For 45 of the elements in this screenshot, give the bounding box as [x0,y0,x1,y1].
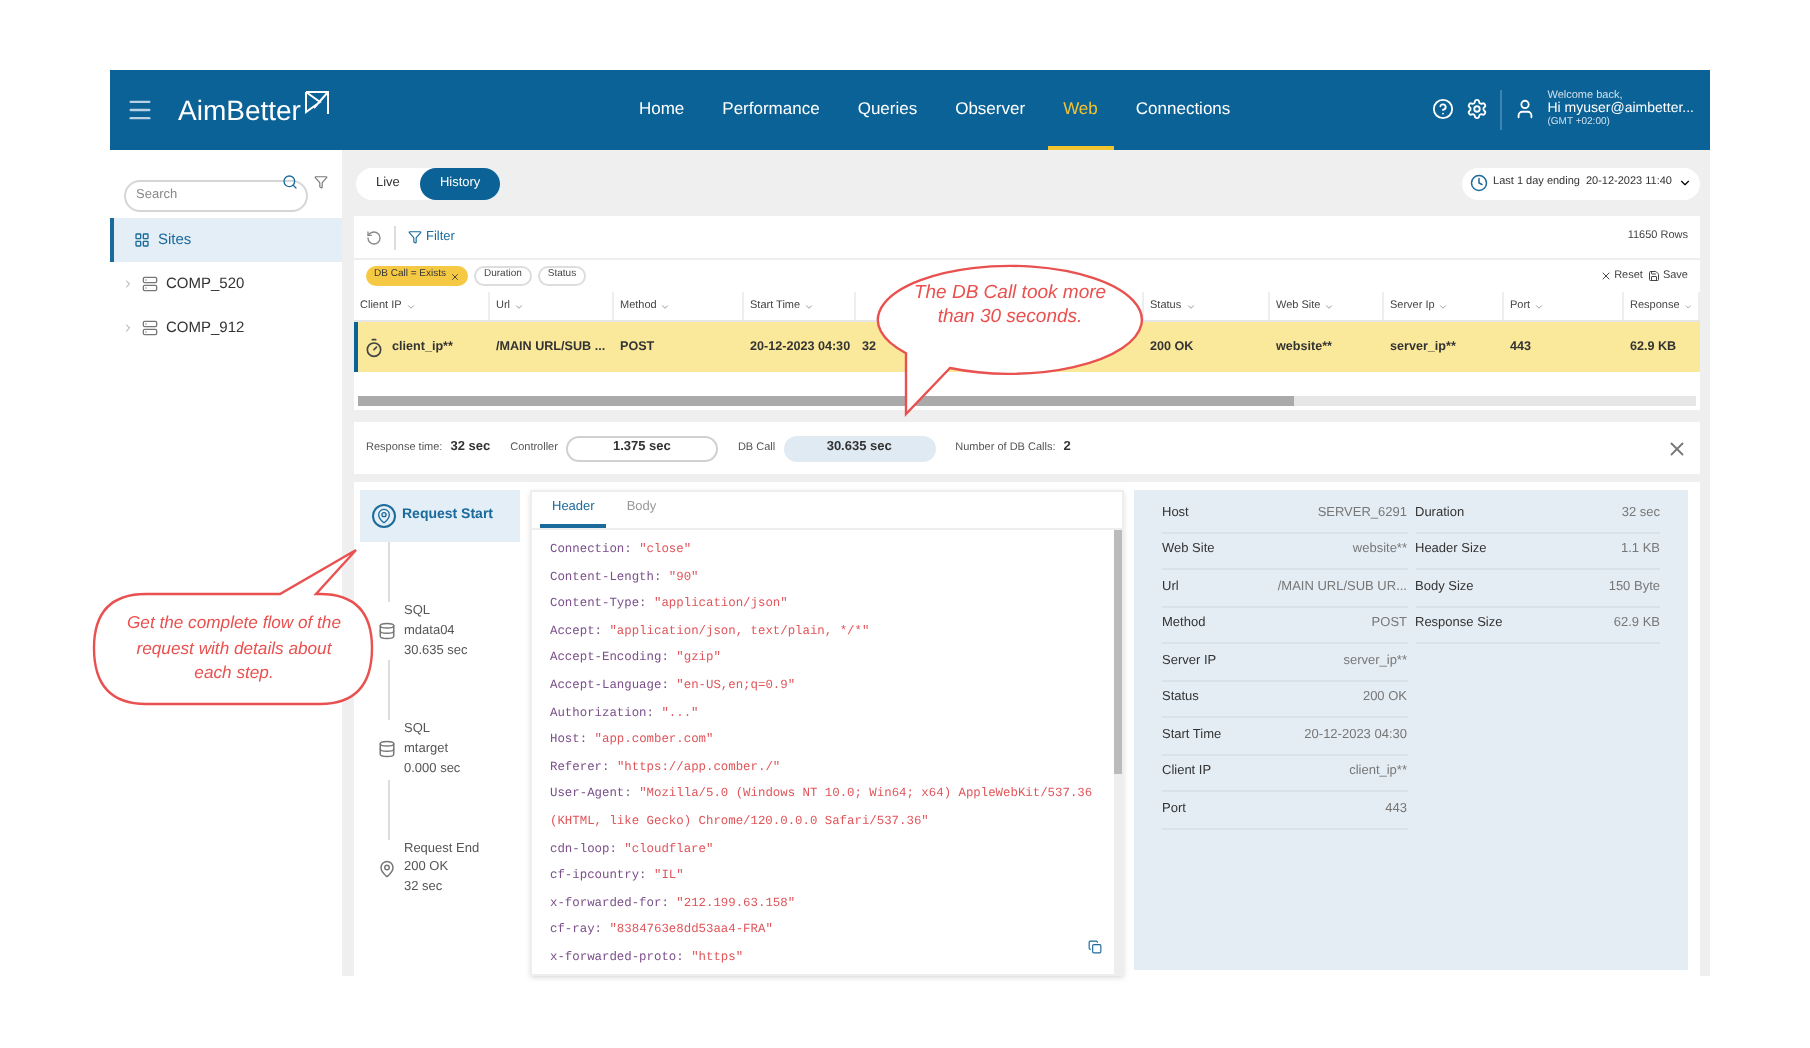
sort-icon[interactable] [1324,301,1335,311]
grid-icon [134,232,150,248]
filter-icon[interactable] [314,174,328,190]
user-icon[interactable] [1513,98,1536,121]
sort-icon[interactable] [405,301,416,311]
stopwatch-icon [364,337,384,357]
sort-icon[interactable] [660,301,671,311]
search-icon[interactable] [282,174,298,190]
callout-text: The DB Call took more than 30 seconds. [911,282,1109,330]
vertical-scrollbar[interactable] [1114,530,1122,974]
refresh-icon[interactable] [366,229,382,245]
copy-icon[interactable] [1088,940,1102,954]
close-icon[interactable] [1666,437,1688,459]
server-icon [142,276,158,292]
logo-text: AimBetter [178,91,301,129]
caret-icon[interactable] [122,278,134,290]
sort-icon[interactable] [1534,301,1545,311]
caret-icon[interactable] [122,322,134,334]
chevron-down-icon [1678,176,1692,190]
location-pin-icon [378,859,396,878]
server-icon [142,320,158,336]
clock-icon [1469,174,1488,192]
nav-tab[interactable]: Home [622,70,701,150]
sort-icon[interactable] [1438,301,1449,311]
logo-icon [304,89,331,115]
nav-tab[interactable]: Connections [1119,70,1247,150]
nav-tab[interactable]: Performance [706,70,836,150]
help-icon[interactable] [1431,98,1454,121]
database-icon [378,740,396,759]
filter-icon [408,230,422,244]
nav-tab[interactable]: Web [1047,70,1114,150]
callout-text: Get the complete flow of the request with details about each step. [124,610,343,685]
nav-tab[interactable]: Queries [841,70,934,150]
location-pin-icon [372,504,396,528]
sort-icon[interactable] [1683,301,1692,311]
menu-icon[interactable] [126,96,154,124]
settings-icon[interactable] [1465,98,1488,121]
sort-icon[interactable] [804,301,815,311]
sort-icon[interactable] [514,301,525,311]
sort-icon[interactable] [1185,301,1196,311]
save-icon [1648,270,1661,282]
horizontal-scrollbar[interactable] [358,396,1696,406]
nav-tab[interactable]: Observer [939,70,1042,150]
close-icon [1600,270,1613,282]
database-icon [378,622,396,641]
